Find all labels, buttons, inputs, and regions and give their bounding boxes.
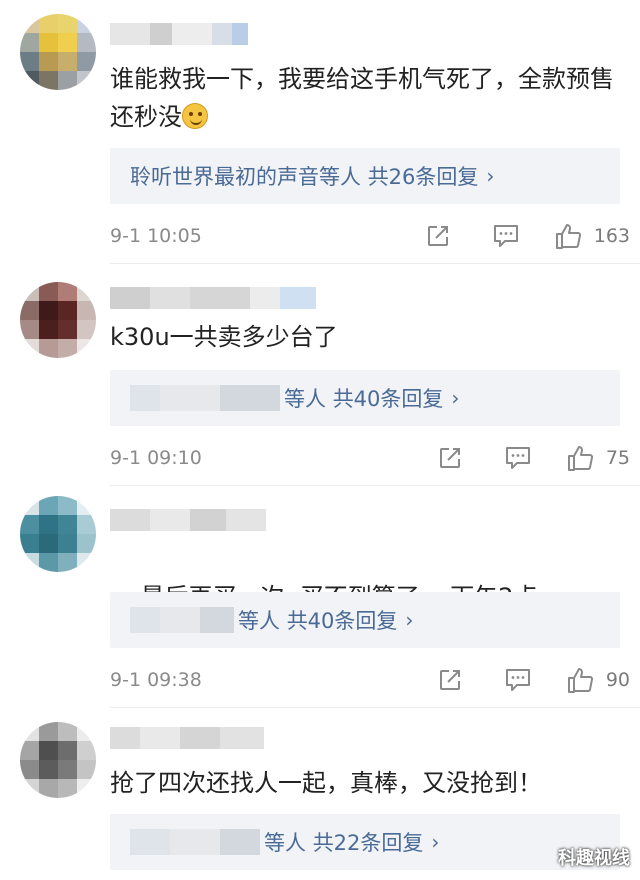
- comment-meta: 9-1 09:10 75: [110, 440, 630, 476]
- embarrassed-smile-emoji-icon: [182, 103, 208, 129]
- comment-icon[interactable]: [486, 223, 526, 249]
- avatar[interactable]: [20, 14, 96, 90]
- comment-text-content: 抢了四次还找人一起，真棒，又没抢到！: [110, 769, 542, 797]
- thumbs-up-icon: [567, 668, 593, 693]
- like-count: 90: [605, 669, 630, 691]
- username-masked[interactable]: [110, 504, 266, 536]
- comment-meta: 9-1 09:38 90: [110, 662, 630, 698]
- reply-users: 等人: [264, 831, 306, 855]
- reply-users-masked: [130, 607, 234, 633]
- comment-text: k30u一共卖多少台了: [110, 318, 620, 356]
- reply-users-masked: [130, 829, 260, 855]
- like-count: 75: [605, 447, 630, 469]
- like-button[interactable]: 163: [554, 222, 630, 250]
- chevron-right-icon: ›: [486, 164, 495, 188]
- comment-item: k30u一共卖多少台了 等人 共40条回复 › 9-1 09:10 75: [0, 264, 640, 486]
- reply-count: 共40条回复: [332, 387, 444, 411]
- comment-meta: 9-1 10:05 163: [110, 218, 630, 254]
- chevron-right-icon: ›: [451, 386, 460, 410]
- chevron-right-icon: ›: [405, 608, 414, 632]
- reply-summary[interactable]: 等人 共40条回复 ›: [110, 592, 620, 648]
- reply-count: 共40条回复: [286, 609, 398, 633]
- username-masked[interactable]: [110, 18, 248, 50]
- reply-summary[interactable]: 等人 共40条回复 ›: [110, 370, 620, 426]
- like-count: 163: [593, 225, 630, 247]
- comment-icon[interactable]: [498, 445, 538, 471]
- reply-users: 聆听世界最初的声音等人: [130, 165, 361, 189]
- timestamp: 9-1 09:38: [110, 669, 202, 691]
- timestamp: 9-1 10:05: [110, 225, 202, 247]
- avatar[interactable]: [20, 722, 96, 798]
- reply-users-masked: [130, 385, 280, 411]
- like-button[interactable]: 90: [566, 666, 630, 694]
- username-masked[interactable]: [110, 722, 264, 754]
- share-icon[interactable]: [430, 667, 470, 693]
- comment-text: 谁能救我一下，我要给这手机气死了，全款预售还秒没: [110, 60, 620, 136]
- reply-summary[interactable]: 等人 共22条回复 ›: [110, 814, 620, 870]
- avatar[interactable]: [20, 282, 96, 358]
- watermark: 科趣视线: [558, 848, 630, 869]
- comment-item: 抢了四次还找人一起，真棒，又没抢到！ 等人 共22条回复 ›: [0, 708, 640, 880]
- reply-summary[interactable]: 聆听世界最初的声音等人 共26条回复 ›: [110, 148, 620, 204]
- share-icon[interactable]: [430, 445, 470, 471]
- comment-item: 最后再买一次 买不到算了 下午2点 等人 共40条回复 › 9-1 09:38 …: [0, 486, 640, 708]
- reply-users: 等人: [238, 609, 280, 633]
- comment-text-content: k30u一共卖多少台了: [110, 323, 338, 351]
- comment-text: 抢了四次还找人一起，真棒，又没抢到！: [110, 764, 620, 802]
- share-icon[interactable]: [418, 223, 458, 249]
- thumbs-up-icon: [567, 446, 593, 471]
- comment-item: 谁能救我一下，我要给这手机气死了，全款预售还秒没 聆听世界最初的声音等人 共26…: [0, 0, 640, 264]
- avatar[interactable]: [20, 496, 96, 572]
- timestamp: 9-1 09:10: [110, 447, 202, 469]
- chevron-right-icon: ›: [431, 830, 440, 854]
- thumbs-up-icon: [555, 224, 581, 249]
- comment-icon[interactable]: [498, 667, 538, 693]
- reply-count: 共22条回复: [312, 831, 424, 855]
- reply-users: 等人: [284, 387, 326, 411]
- reply-count: 共26条回复: [367, 165, 479, 189]
- username-masked[interactable]: [110, 282, 316, 314]
- like-button[interactable]: 75: [566, 444, 630, 472]
